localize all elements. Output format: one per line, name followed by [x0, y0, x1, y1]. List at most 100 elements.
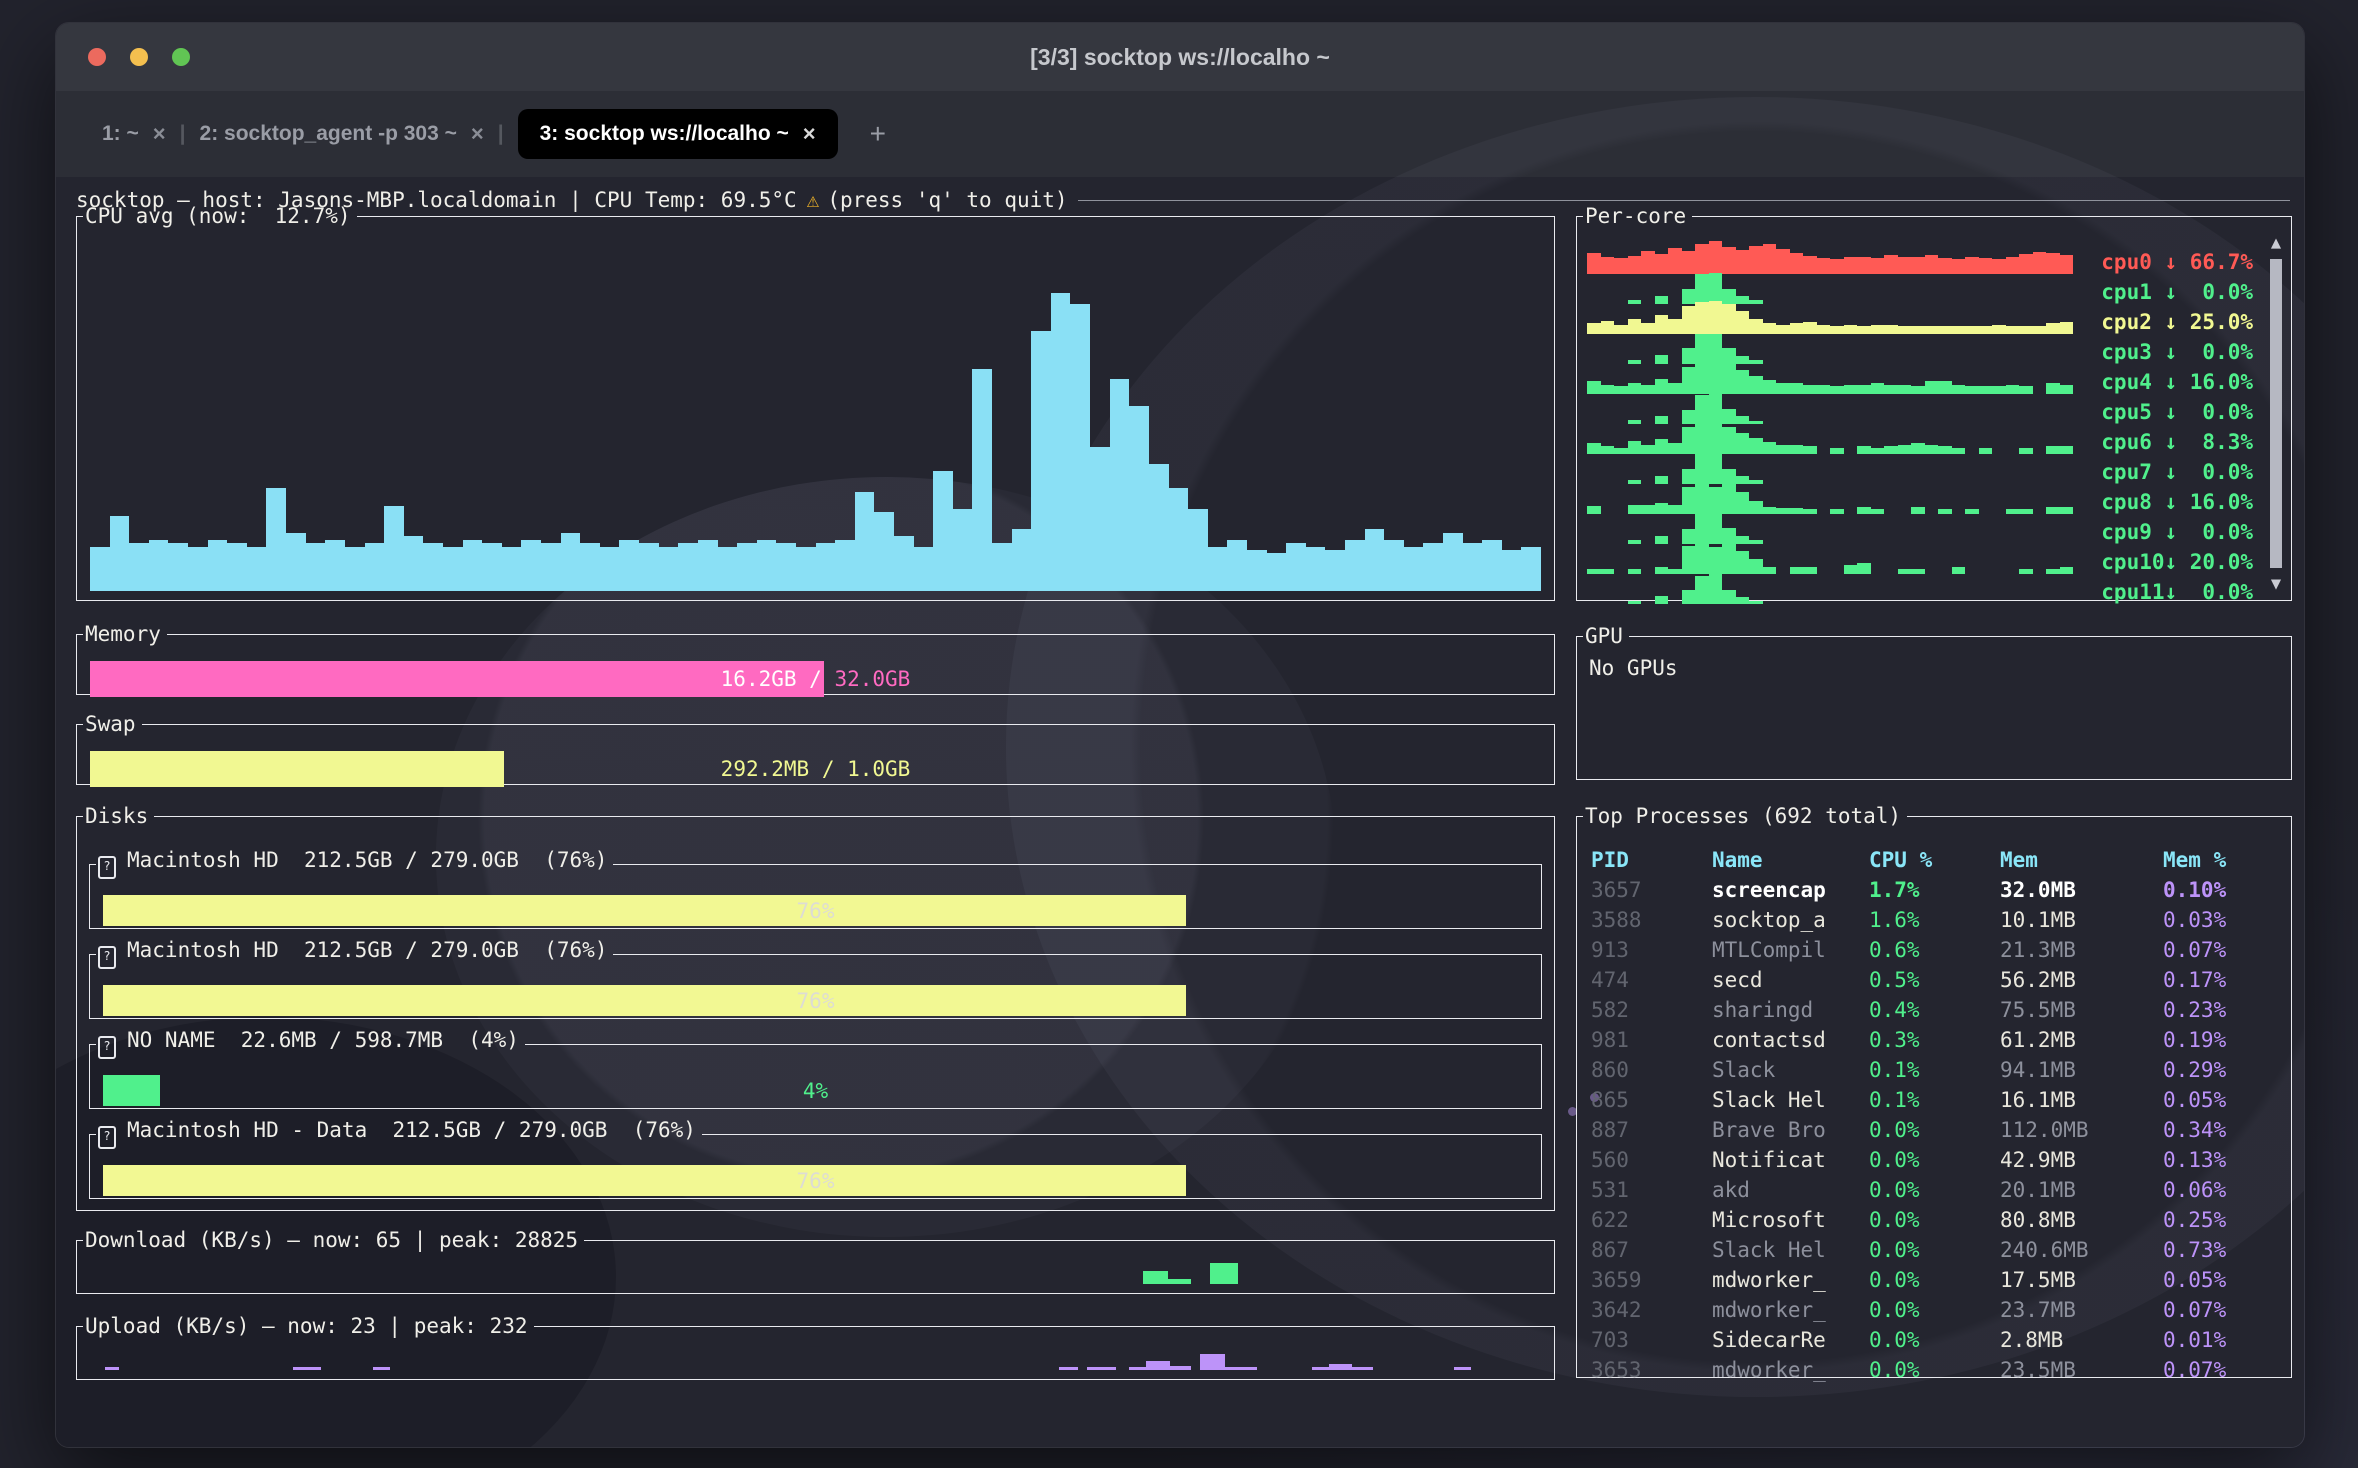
process-cell-cpu: 0.0% — [1869, 1325, 2000, 1355]
process-row-3642[interactable]: 3642mdworker_0.0%23.7MB0.07% — [1591, 1295, 2283, 1325]
gpu-title: GPU — [1583, 626, 1629, 647]
process-cell-pid: 860 — [1591, 1055, 1712, 1085]
process-cell-cpu: 0.1% — [1869, 1085, 2000, 1115]
core-label: cpu5 ↓ 0.0% — [2077, 397, 2253, 427]
missing-glyph-icon: ? — [98, 1036, 116, 1059]
cpu-avg-bar — [1149, 464, 1169, 591]
process-row-860[interactable]: 860Slack0.1%94.1MB0.29% — [1591, 1055, 2283, 1085]
process-row-560[interactable]: 560Notificat0.0%42.9MB0.13% — [1591, 1145, 2283, 1175]
upload-chart — [90, 1347, 1541, 1370]
process-row-3653[interactable]: 3653mdworker_0.0%23.5MB0.07% — [1591, 1355, 2283, 1385]
process-row-582[interactable]: 582sharingd0.4%75.5MB0.23% — [1591, 995, 2283, 1025]
close-window-button[interactable] — [88, 48, 106, 66]
process-row-703[interactable]: 703SidecarRe0.0%2.8MB0.01% — [1591, 1325, 2283, 1355]
process-cell-cpu: 0.1% — [1869, 1055, 2000, 1085]
tab-2-close-icon[interactable]: × — [471, 121, 484, 147]
upload-bar — [1352, 1367, 1372, 1370]
process-row-867[interactable]: 867Slack Hel0.0%240.6MB0.73% — [1591, 1235, 2283, 1265]
title-bar[interactable]: [3/3] socktop ws://localho ~ — [56, 23, 2304, 91]
process-row-3659[interactable]: 3659mdworker_0.0%17.5MB0.05% — [1591, 1265, 2283, 1295]
per-core-scrollbar[interactable]: ▲ ▼ — [2266, 233, 2286, 594]
gpu-panel: GPU No GPUs — [1576, 626, 2292, 780]
process-cell-pid: 474 — [1591, 965, 1712, 995]
disk-panel-1: ?Macintosh HD 212.5GB / 279.0GB (76%)76% — [89, 940, 1542, 1019]
cpu-avg-bar — [1247, 550, 1267, 591]
download-chart — [90, 1261, 1541, 1284]
process-cell-name: socktop_a — [1712, 905, 1869, 935]
process-cell-mem: 23.5MB — [2000, 1355, 2163, 1385]
memory-bar: 16.2GB / 32.0GB — [90, 661, 1541, 697]
process-cell-mpct: 0.03% — [2163, 905, 2283, 935]
process-cell-mem: 56.2MB — [2000, 965, 2163, 995]
upload-bar — [1312, 1367, 1329, 1370]
process-cell-mem: 20.1MB — [2000, 1175, 2163, 1205]
process-row-3588[interactable]: 3588socktop_a1.6%10.1MB0.03% — [1591, 905, 2283, 935]
disk-panel-2: ?NO NAME 22.6MB / 598.7MB (4%)4% — [89, 1030, 1542, 1109]
process-cell-pid: 981 — [1591, 1025, 1712, 1055]
cpu-avg-bar — [1521, 547, 1541, 591]
cpu-avg-bar — [619, 540, 639, 591]
process-cell-pid: 3642 — [1591, 1295, 1712, 1325]
cpu-avg-bar — [1208, 547, 1228, 591]
cpu-avg-bar — [718, 547, 738, 591]
terminal-content[interactable]: socktop — host: Jasons-MBP.localdomain |… — [56, 177, 2304, 1447]
process-cell-mem: 2.8MB — [2000, 1325, 2163, 1355]
scroll-down-icon[interactable]: ▼ — [2266, 574, 2286, 594]
process-cell-mem: 23.7MB — [2000, 1295, 2163, 1325]
new-tab-button[interactable]: + — [870, 118, 886, 150]
cpu-avg-bar — [168, 543, 188, 591]
process-row-474[interactable]: 474secd0.5%56.2MB0.17% — [1591, 965, 2283, 995]
cpu-avg-bar — [1482, 540, 1502, 591]
process-cell-name: mdworker_ — [1712, 1265, 1869, 1295]
cpu-avg-bar — [972, 369, 992, 591]
process-cell-cpu: 0.4% — [1869, 995, 2000, 1025]
cpu-avg-bar — [1384, 540, 1404, 591]
cpu-avg-bar — [521, 540, 541, 591]
cpu-avg-bar — [1090, 447, 1110, 591]
zoom-window-button[interactable] — [172, 48, 190, 66]
core-row-11[interactable]: cpu11↓ 0.0% — [1587, 577, 2253, 607]
process-cell-pid: 913 — [1591, 935, 1712, 965]
disk-title: ?Macintosh HD 212.5GB / 279.0GB (76%) — [96, 850, 613, 879]
cpu-avg-bar — [266, 488, 286, 591]
process-cell-name: Microsoft — [1712, 1205, 1869, 1235]
top-processes-title: Top Processes (692 total) — [1583, 806, 1907, 827]
cpu-avg-bar — [1070, 304, 1090, 591]
process-row-887[interactable]: 887Brave Bro0.0%112.0MB0.34% — [1591, 1115, 2283, 1145]
process-row-913[interactable]: 913MTLCompil0.6%21.3MB0.07% — [1591, 935, 2283, 965]
upload-bar — [1200, 1354, 1225, 1370]
tab-1-close-icon[interactable]: × — [153, 121, 166, 147]
scrollbar-thumb[interactable] — [2270, 259, 2282, 568]
scroll-up-icon[interactable]: ▲ — [2266, 233, 2286, 253]
process-row-3657[interactable]: 3657screencap1.7%32.0MB0.10% — [1591, 875, 2283, 905]
process-cell-mem: 240.6MB — [2000, 1235, 2163, 1265]
disks-panel: Disks ?Macintosh HD 212.5GB / 279.0GB (7… — [76, 806, 1555, 1211]
swap-panel: Swap 292.2MB / 1.0GB — [76, 714, 1555, 785]
process-row-531[interactable]: 531akd0.0%20.1MB0.06% — [1591, 1175, 2283, 1205]
cpu-avg-bar — [384, 506, 404, 592]
tab-2[interactable]: 2: socktop_agent -p 303 ~ × — [190, 121, 494, 147]
header-rule — [1078, 200, 2290, 201]
cpu-avg-bar — [227, 543, 247, 591]
disk-usage-bar: 76% — [103, 895, 1528, 926]
core-sparkline — [1587, 566, 2073, 604]
process-cell-cpu: 0.6% — [1869, 935, 2000, 965]
tab-3-close-icon[interactable]: × — [803, 121, 816, 147]
upload-bar — [105, 1367, 120, 1370]
minimize-window-button[interactable] — [130, 48, 148, 66]
cpu-avg-panel: CPU avg (now: 12.7%) — [76, 206, 1555, 601]
process-row-865[interactable]: 865Slack Hel0.1%16.1MB0.05% — [1591, 1085, 2283, 1115]
process-column-cpu: CPU % — [1869, 845, 2000, 875]
cpu-avg-bar — [992, 543, 1012, 591]
core-label: cpu2 ↓ 25.0% — [2077, 307, 2253, 337]
cpu-avg-bar — [502, 547, 522, 591]
process-cell-name: mdworker_ — [1712, 1355, 1869, 1385]
process-row-622[interactable]: 622Microsoft0.0%80.8MB0.25% — [1591, 1205, 2283, 1235]
process-row-981[interactable]: 981contactsd0.3%61.2MB0.19% — [1591, 1025, 2283, 1055]
tab-3-active[interactable]: 3: socktop ws://localho ~ × — [518, 109, 838, 159]
process-column-name: Name — [1712, 845, 1869, 875]
tab-1[interactable]: 1: ~ × — [92, 121, 176, 147]
cpu-avg-bar — [600, 547, 620, 591]
disk-title-text: Macintosh HD 212.5GB / 279.0GB (76%) — [127, 848, 607, 872]
cpu-avg-bar — [306, 543, 326, 591]
